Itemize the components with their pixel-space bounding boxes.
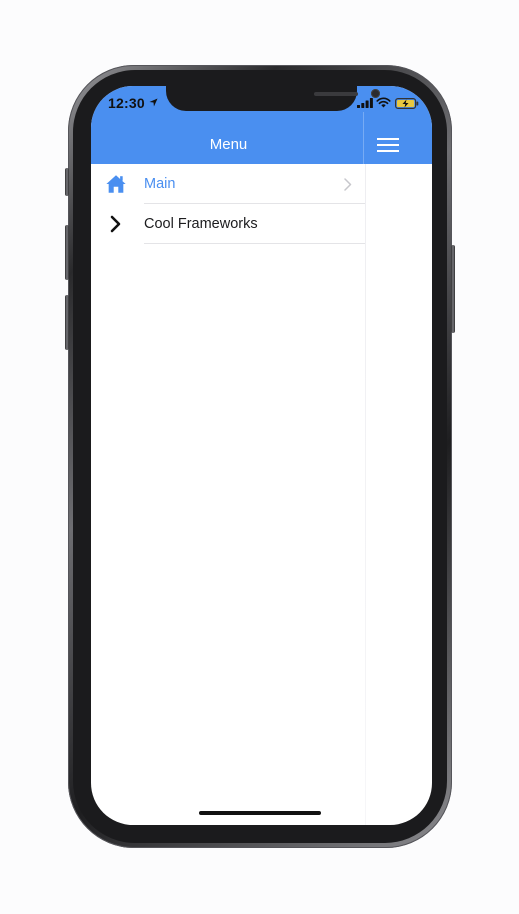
chevron-right-icon: [110, 215, 121, 233]
app-screen: 12:30 Menu Main Cool Frameworks: [91, 86, 432, 825]
hamburger-menu-button[interactable]: [377, 136, 401, 154]
speaker-grille: [314, 92, 358, 96]
menu-item-cool-frameworks[interactable]: Cool Frameworks: [91, 204, 366, 244]
home-indicator[interactable]: [199, 811, 321, 815]
hamburger-icon: [377, 138, 399, 140]
hamburger-icon-bar: [377, 150, 399, 152]
menu-item-label: Main: [144, 176, 176, 192]
location-arrow-icon: [149, 98, 158, 107]
home-icon: [106, 175, 126, 193]
notch: [166, 86, 380, 111]
nav-header: 12:30 Menu: [91, 86, 432, 164]
volume-up-button: [65, 225, 69, 280]
menu-list: Main Cool Frameworks: [91, 164, 366, 244]
cellular-signal-icon: [357, 98, 373, 108]
hamburger-icon-bar: [377, 144, 399, 146]
row-separator: [144, 243, 366, 244]
power-button: [451, 245, 455, 333]
chevron-right-icon: [344, 178, 352, 191]
mute-switch: [65, 168, 69, 196]
menu-item-main[interactable]: Main: [91, 164, 366, 204]
battery-charging-icon: [395, 98, 419, 109]
menu-item-label: Cool Frameworks: [144, 216, 258, 232]
volume-down-button: [65, 295, 69, 350]
status-time: 12:30: [108, 95, 145, 111]
wifi-icon: [376, 97, 391, 108]
nav-title: Menu: [209, 136, 248, 153]
drawer-edge: [365, 164, 366, 825]
phone-mockup: 12:30 Menu Main Cool Frameworks: [0, 0, 519, 914]
